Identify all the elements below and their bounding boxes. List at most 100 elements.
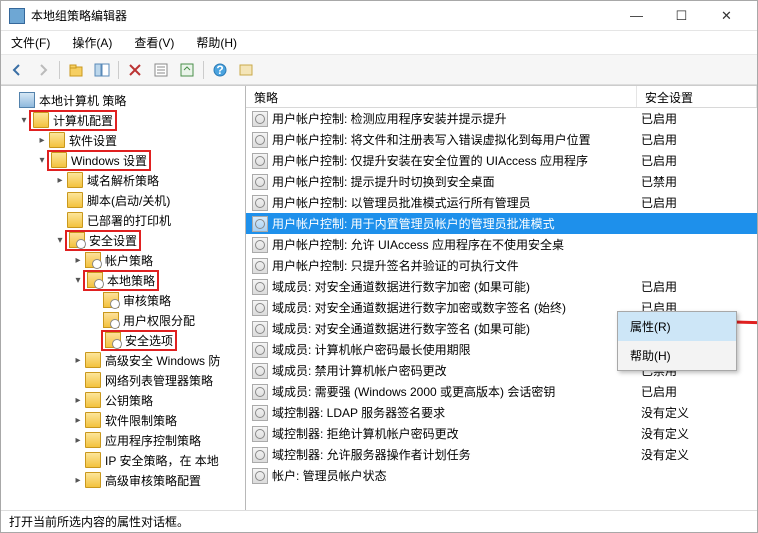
context-menu: 属性(R) 帮助(H) [617, 311, 737, 371]
list-body[interactable]: 用户帐户控制: 检测应用程序安装并提示提升已启用用户帐户控制: 将文件和注册表写… [246, 108, 757, 510]
minimize-button[interactable]: — [614, 2, 659, 30]
policy-name: 用户帐户控制: 允许 UIAccess 应用程序在不使用安全桌 [272, 236, 637, 253]
app-icon [9, 8, 25, 24]
list-row[interactable]: 域控制器: 允许服务器操作者计划任务没有定义 [246, 444, 757, 465]
policy-status: 已启用 [637, 383, 757, 400]
tree-windows-settings[interactable]: Windows 设置 [71, 152, 147, 169]
tree-firewall[interactable]: 高级安全 Windows 防 [105, 352, 220, 369]
list-row[interactable]: 域控制器: LDAP 服务器签名要求没有定义 [246, 402, 757, 423]
policy-status: 没有定义 [637, 425, 757, 442]
security-icon [69, 232, 85, 248]
security-icon [105, 332, 121, 348]
delete-button[interactable] [123, 58, 147, 82]
up-button[interactable] [64, 58, 88, 82]
tree-software-settings[interactable]: 软件设置 [69, 132, 117, 149]
tree-pane[interactable]: 本地计算机 策略 计算机配置 软件设置 Windows 设置 域名解析策略 脚本… [1, 86, 246, 510]
folder-icon [67, 172, 83, 188]
folder-icon [85, 352, 101, 368]
policy-name: 用户帐户控制: 检测应用程序安装并提示提升 [272, 110, 637, 127]
svg-text:?: ? [216, 63, 223, 77]
tree-local-policies[interactable]: 本地策略 [107, 272, 155, 289]
policy-status: 已启用 [637, 194, 757, 211]
policy-name: 用户帐户控制: 用于内置管理员帐户的管理员批准模式 [272, 215, 637, 232]
list-row[interactable]: 用户帐户控制: 允许 UIAccess 应用程序在不使用安全桌 [246, 234, 757, 255]
list-row[interactable]: 用户帐户控制: 仅提升安装在安全位置的 UIAccess 应用程序已启用 [246, 150, 757, 171]
tree-scripts[interactable]: 脚本(启动/关机) [87, 192, 170, 209]
policy-icon [252, 363, 268, 379]
tree-sw-restriction[interactable]: 软件限制策略 [105, 412, 177, 429]
policy-name: 用户帐户控制: 将文件和注册表写入错误虚拟化到每用户位置 [272, 131, 637, 148]
folder-icon [49, 132, 65, 148]
tree-security-settings[interactable]: 安全设置 [89, 232, 137, 249]
show-hide-tree-button[interactable] [90, 58, 114, 82]
tree-app-control[interactable]: 应用程序控制策略 [105, 432, 201, 449]
close-button[interactable]: ✕ [704, 2, 749, 30]
context-menu-help[interactable]: 帮助(H) [618, 341, 736, 370]
folder-icon [33, 112, 49, 128]
menu-action[interactable]: 操作(A) [68, 32, 116, 53]
policy-name: 用户帐户控制: 以管理员批准模式运行所有管理员 [272, 194, 637, 211]
menubar: 文件(F) 操作(A) 查看(V) 帮助(H) [1, 31, 757, 55]
list-pane: 策略 安全设置 用户帐户控制: 检测应用程序安装并提示提升已启用用户帐户控制: … [246, 86, 757, 510]
tree-root[interactable]: 本地计算机 策略 [39, 92, 126, 109]
menu-help[interactable]: 帮助(H) [192, 32, 241, 53]
properties-button[interactable] [149, 58, 173, 82]
policy-status: 已启用 [637, 278, 757, 295]
policy-icon [252, 384, 268, 400]
titlebar[interactable]: 本地组策略编辑器 — ☐ ✕ [1, 1, 757, 31]
security-icon [103, 312, 119, 328]
policy-name: 域控制器: LDAP 服务器签名要求 [272, 404, 637, 421]
column-security-setting[interactable]: 安全设置 [637, 86, 757, 107]
list-row[interactable]: 域成员: 需要强 (Windows 2000 或更高版本) 会话密钥已启用 [246, 381, 757, 402]
policy-icon [252, 405, 268, 421]
folder-icon [85, 392, 101, 408]
filter-button[interactable] [234, 58, 258, 82]
tree-advanced-audit[interactable]: 高级审核策略配置 [105, 472, 201, 489]
folder-icon [85, 372, 101, 388]
list-row[interactable]: 用户帐户控制: 只提升签名并验证的可执行文件 [246, 255, 757, 276]
maximize-button[interactable]: ☐ [659, 2, 704, 30]
menu-file[interactable]: 文件(F) [7, 32, 54, 53]
tree-user-rights[interactable]: 用户权限分配 [123, 312, 195, 329]
list-row[interactable]: 域成员: 对安全通道数据进行数字加密 (如果可能)已启用 [246, 276, 757, 297]
list-row[interactable]: 用户帐户控制: 以管理员批准模式运行所有管理员已启用 [246, 192, 757, 213]
tree-dns-policy[interactable]: 域名解析策略 [87, 172, 159, 189]
list-row[interactable]: 帐户: 管理员帐户状态 [246, 465, 757, 486]
policy-icon [252, 195, 268, 211]
tree-printers[interactable]: 已部署的打印机 [87, 212, 171, 229]
tree-public-key[interactable]: 公钥策略 [105, 392, 153, 409]
back-button[interactable] [5, 58, 29, 82]
policy-name: 域控制器: 拒绝计算机帐户密码更改 [272, 425, 637, 442]
policy-status: 已启用 [637, 110, 757, 127]
tree-security-options[interactable]: 安全选项 [125, 332, 173, 349]
security-icon [87, 272, 103, 288]
list-row[interactable]: 用户帐户控制: 检测应用程序安装并提示提升已启用 [246, 108, 757, 129]
tree-computer-config[interactable]: 计算机配置 [53, 112, 113, 129]
list-row[interactable]: 用户帐户控制: 将文件和注册表写入错误虚拟化到每用户位置已启用 [246, 129, 757, 150]
list-row[interactable]: 用户帐户控制: 用于内置管理员帐户的管理员批准模式 [246, 213, 757, 234]
tree-audit-policy[interactable]: 审核策略 [123, 292, 171, 309]
menu-view[interactable]: 查看(V) [130, 32, 178, 53]
statusbar: 打开当前所选内容的属性对话框。 [1, 510, 757, 532]
column-policy[interactable]: 策略 [246, 86, 637, 107]
help-button[interactable]: ? [208, 58, 232, 82]
security-icon [103, 292, 119, 308]
root-icon [19, 92, 35, 108]
folder-icon [85, 432, 101, 448]
policy-name: 域成员: 对安全通道数据进行数字签名 (如果可能) [272, 320, 637, 337]
policy-status: 没有定义 [637, 446, 757, 463]
folder-icon [85, 472, 101, 488]
list-row[interactable]: 域控制器: 拒绝计算机帐户密码更改没有定义 [246, 423, 757, 444]
context-menu-properties[interactable]: 属性(R) [618, 312, 736, 341]
tree-account-policies[interactable]: 帐户策略 [105, 252, 153, 269]
tree-nlm[interactable]: 网络列表管理器策略 [105, 372, 213, 389]
export-button[interactable] [175, 58, 199, 82]
list-row[interactable]: 用户帐户控制: 提示提升时切换到安全桌面已禁用 [246, 171, 757, 192]
folder-icon [51, 152, 67, 168]
policy-icon [252, 237, 268, 253]
policy-name: 用户帐户控制: 仅提升安装在安全位置的 UIAccess 应用程序 [272, 152, 637, 169]
forward-button[interactable] [31, 58, 55, 82]
policy-name: 域成员: 计算机帐户密码最长使用期限 [272, 341, 637, 358]
policy-status: 已启用 [637, 152, 757, 169]
tree-ipsec[interactable]: IP 安全策略，在 本地 [105, 452, 219, 469]
